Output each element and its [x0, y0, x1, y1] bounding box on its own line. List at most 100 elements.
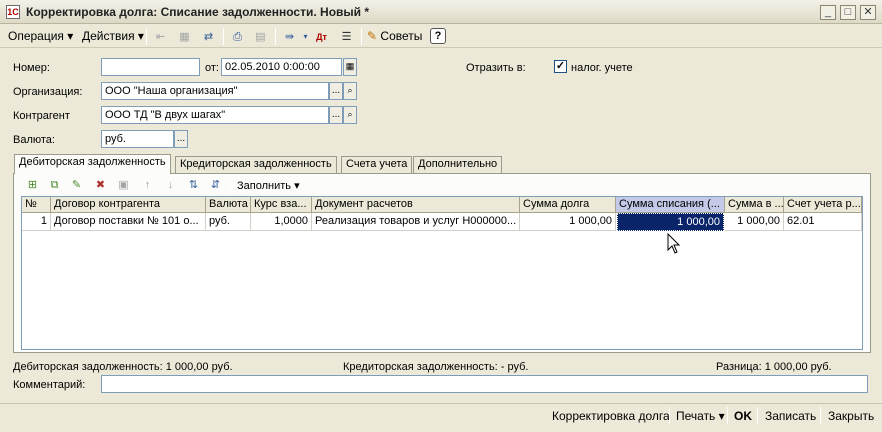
help-button[interactable]: ?	[430, 28, 446, 44]
table-cell[interactable]: 1 000,00	[725, 213, 784, 231]
chevron-down-icon: ▾	[294, 180, 300, 192]
maximize-button[interactable]: □	[840, 5, 856, 20]
column-header[interactable]: Валюта	[206, 197, 251, 213]
toolbar-separator	[361, 28, 362, 45]
column-header[interactable]: Сумма в ...	[725, 197, 784, 213]
comment-field[interactable]	[101, 375, 868, 393]
chevron-down-icon: ▾	[137, 29, 144, 43]
column-header[interactable]: Сумма списания (...	[616, 197, 725, 213]
refresh-icon[interactable]: ⇄	[200, 28, 217, 45]
delete-row-icon[interactable]: ✖	[92, 176, 109, 193]
debt-adjustment-button[interactable]: Корректировка долга	[552, 406, 670, 426]
operation-menu-label: Операция	[8, 29, 64, 43]
search-icon[interactable]: ⌕	[343, 82, 357, 100]
tab-additional[interactable]: Дополнительно	[413, 156, 503, 173]
table-cell[interactable]: Договор поставки № 101 о...	[51, 213, 206, 231]
end-edit-icon[interactable]: ▣	[115, 176, 132, 193]
tips-icon: ✎	[367, 29, 378, 43]
table-cell[interactable]: 62.01	[784, 213, 862, 231]
column-header[interactable]: Договор контрагента	[51, 197, 206, 213]
close-window-button[interactable]: ✕	[860, 5, 876, 20]
toolbar-separator	[230, 178, 231, 195]
tips-label: Советы	[380, 29, 423, 43]
close-button[interactable]: Закрыть	[828, 406, 874, 426]
column-header[interactable]: Счет учета р...	[784, 197, 862, 213]
currency-field[interactable]: руб.	[101, 130, 174, 148]
table-cell[interactable]: 1,0000	[251, 213, 312, 231]
actions-menu[interactable]: Действия ▾	[82, 28, 144, 44]
toolbar-separator	[757, 407, 758, 424]
difference-total: Разница: 1 000,00 руб.	[716, 361, 832, 373]
chevron-down-icon: ▾	[718, 409, 725, 423]
add-row-icon[interactable]: ⊞	[24, 176, 41, 193]
currency-label: Валюта:	[13, 134, 55, 146]
table-cell-selected[interactable]: 1 000,00	[617, 213, 724, 231]
tax-accounting-checkbox[interactable]: ✓	[554, 60, 567, 73]
toolbar-separator	[146, 28, 147, 45]
chevron-down-icon[interactable]: ▾	[297, 28, 314, 45]
calendar-icon[interactable]: ▦	[343, 58, 357, 76]
title-bar: 1С Корректировка долга: Списание задолже…	[0, 0, 882, 24]
organization-field[interactable]: ООО "Наша организация"	[101, 82, 329, 100]
post-document-icon[interactable]: ⎙	[229, 28, 246, 45]
column-header[interactable]: Сумма долга	[520, 197, 616, 213]
image-icon[interactable]: ▦	[176, 28, 193, 45]
tab-receivables[interactable]: Дебиторская задолженность	[14, 154, 171, 174]
back-icon[interactable]: ⇤	[152, 28, 169, 45]
chevron-down-icon: ▾	[67, 29, 74, 43]
window-title: Корректировка долга: Списание задолженно…	[26, 5, 370, 19]
currency-select-button[interactable]: ...	[174, 130, 188, 148]
fill-menu[interactable]: Заполнить ▾	[237, 178, 300, 194]
organization-label: Организация:	[13, 86, 83, 98]
date-label: от:	[205, 62, 219, 74]
toolbar-separator	[820, 407, 821, 424]
toolbar-separator	[223, 28, 224, 45]
date-field[interactable]: 02.05.2010 0:00:00	[221, 58, 342, 76]
main-toolbar: Операция ▾ Действия ▾ ⇤ ▦ ⇄ ⎙ ▤ ⇛ ▾ Дт ☰…	[0, 24, 882, 48]
fill-menu-label: Заполнить	[237, 180, 292, 192]
tab-accounts[interactable]: Счета учета	[341, 156, 413, 173]
table-cell[interactable]: руб.	[206, 213, 251, 231]
contractor-select-button[interactable]: ...	[329, 106, 343, 124]
mouse-cursor-icon	[667, 233, 681, 254]
operation-menu[interactable]: Операция ▾	[8, 28, 73, 44]
contractor-field[interactable]: ООО ТД "В двух шагах"	[101, 106, 329, 124]
save-button[interactable]: Записать	[765, 406, 816, 426]
toolbar-separator	[275, 28, 276, 45]
toolbar-separator	[727, 407, 728, 424]
receivables-total: Дебиторская задолженность: 1 000,00 руб.	[13, 361, 233, 373]
print-menu[interactable]: Печать ▾	[676, 406, 725, 426]
arrow-up-icon[interactable]: ↑	[139, 176, 156, 193]
sort-ascending-icon[interactable]: ⇅	[185, 176, 202, 193]
report-icon[interactable]: ☰	[338, 28, 355, 45]
document-app-icon: 1С	[6, 5, 20, 19]
number-field[interactable]	[101, 58, 200, 76]
minimize-button[interactable]: _	[820, 5, 836, 20]
payables-total: Кредиторская задолженность: - руб.	[343, 361, 529, 373]
unpost-document-icon[interactable]: ▤	[252, 28, 269, 45]
tab-payables[interactable]: Кредиторская задолженность	[175, 156, 337, 173]
arrow-down-icon[interactable]: ↓	[162, 176, 179, 193]
structure-icon[interactable]: ⇛	[281, 28, 298, 45]
column-header[interactable]: №	[22, 197, 51, 213]
number-label: Номер:	[13, 62, 50, 74]
tax-accounting-label: налог. учете	[571, 62, 633, 74]
organization-select-button[interactable]: ...	[329, 82, 343, 100]
sort-descending-icon[interactable]: ⇵	[207, 176, 224, 193]
debit-credit-icon[interactable]: Дт	[313, 28, 330, 45]
copy-row-icon[interactable]: ⧉	[46, 176, 63, 193]
ok-button[interactable]: OK	[734, 406, 752, 426]
column-header[interactable]: Курс вза...	[251, 197, 312, 213]
actions-menu-label: Действия	[82, 29, 135, 43]
table-cell[interactable]: 1 000,00	[520, 213, 616, 231]
table-cell[interactable]: Реализация товаров и услуг Н000000...	[312, 213, 520, 231]
column-header[interactable]: Документ расчетов	[312, 197, 520, 213]
print-menu-label: Печать	[676, 409, 716, 423]
edit-row-icon[interactable]: ✎	[68, 176, 85, 193]
table-cell[interactable]: 1	[22, 213, 51, 231]
contractor-label: Контрагент	[13, 110, 70, 122]
receivables-table[interactable]: № Договор контрагента Валюта Курс вза...…	[21, 196, 863, 350]
tips-button[interactable]: ✎ Советы	[367, 28, 422, 44]
search-icon[interactable]: ⌕	[343, 106, 357, 124]
comment-label: Комментарий:	[13, 379, 86, 391]
